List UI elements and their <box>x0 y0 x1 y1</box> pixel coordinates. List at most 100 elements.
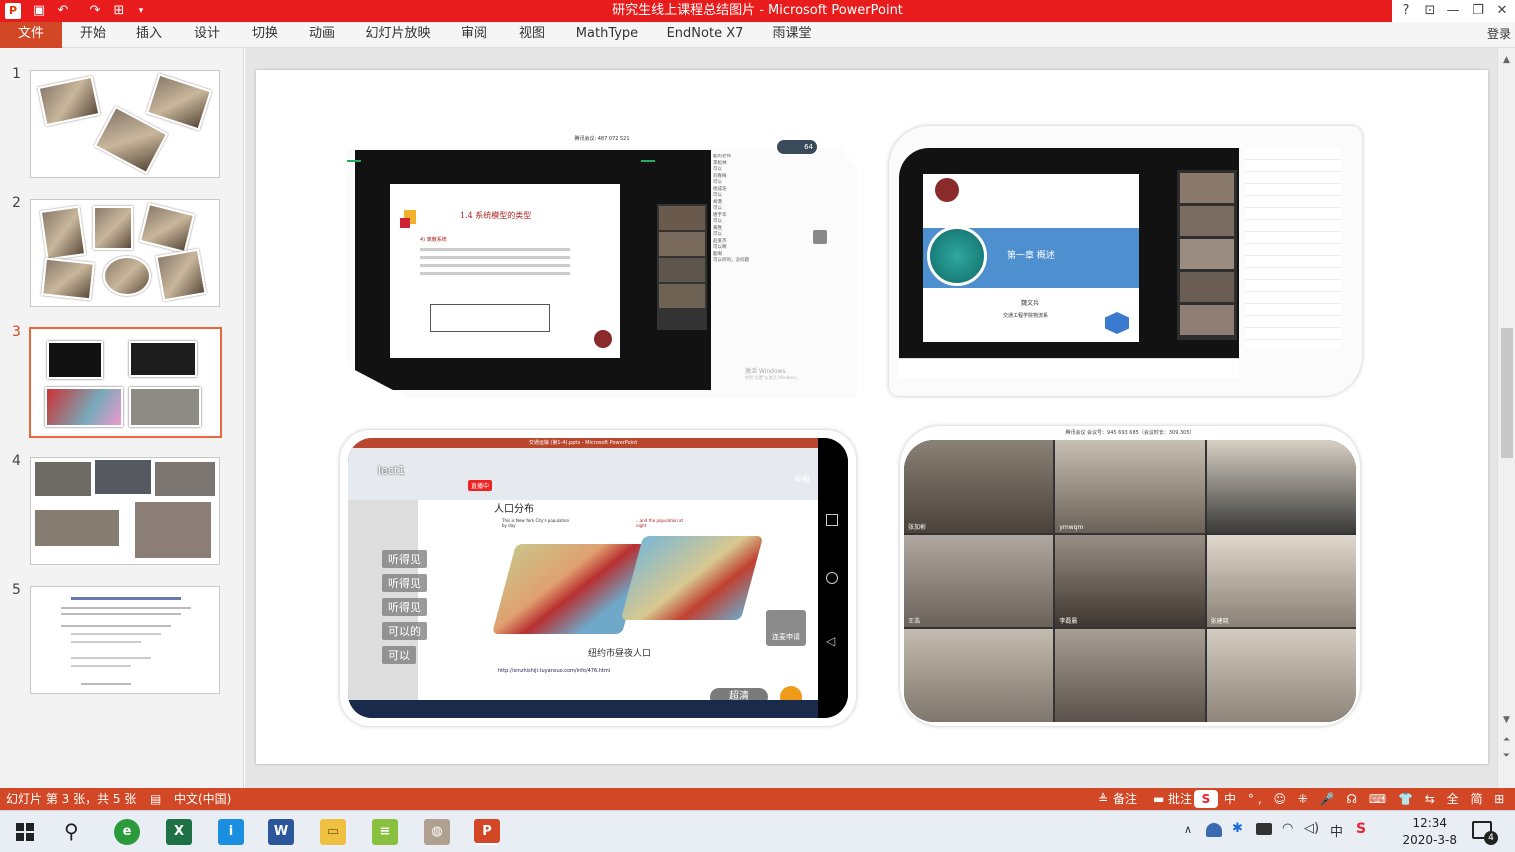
thumbnail-number: 3 <box>12 324 21 340</box>
recent-apps-icon[interactable] <box>826 514 838 526</box>
show-hidden-icons-icon[interactable]: ∧ <box>1184 823 1192 836</box>
scroll-down-icon[interactable]: ▼ <box>1498 712 1515 728</box>
document-line <box>81 683 131 685</box>
participant-video <box>1180 239 1234 269</box>
ribbon-display-button[interactable]: ⊡ <box>1418 0 1442 22</box>
tab-insert[interactable]: 插入 <box>128 22 170 48</box>
word-icon[interactable]: W <box>268 819 294 845</box>
thumbnail-number: 2 <box>12 195 21 211</box>
source-url: http://xinzhishiji.tuyansuo.com/info/476… <box>498 668 611 674</box>
chat-bubble: 听得见 <box>382 550 427 568</box>
windows-start-icon[interactable] <box>16 823 34 841</box>
comments-icon[interactable]: ▬ <box>1153 788 1164 810</box>
volume-icon[interactable]: ◁) <box>1304 821 1319 836</box>
powerpoint-taskbar-icon[interactable]: P <box>474 819 500 845</box>
comments-button[interactable]: 批注 <box>1168 788 1192 810</box>
chat-entry: 可以听的，没问题 <box>713 258 749 263</box>
notes-app-icon[interactable]: ≡ <box>372 819 398 845</box>
participant-video <box>1206 629 1356 722</box>
participant-video <box>659 232 705 256</box>
slide-thumbnail-4[interactable] <box>30 457 220 565</box>
tab-mathtype[interactable]: MathType <box>571 22 643 48</box>
tab-file[interactable]: 文件 <box>0 22 62 48</box>
participant-name: 张建晓 <box>1210 618 1229 626</box>
author-name: 魏文兵 <box>1021 300 1040 307</box>
slide-thumbnail-3[interactable] <box>29 327 222 438</box>
tab-view[interactable]: 视图 <box>511 22 553 48</box>
tab-transitions[interactable]: 切换 <box>244 22 286 48</box>
clock-date: 2020-3-8 <box>1402 833 1457 847</box>
slide-thumbnail-1[interactable] <box>30 70 220 178</box>
bluetooth-icon[interactable]: ✱ <box>1232 821 1243 836</box>
sogou-tray-icon[interactable]: S <box>1356 821 1376 841</box>
search-icon[interactable]: ⚲ <box>64 819 79 843</box>
ime-toolbar[interactable]: 中 °, ☺ ⁜ 🎤 ☊ ⌨ 👕 ⇆ 全 简 ⊞ <box>1224 788 1508 810</box>
photo-thumbnail <box>135 502 211 558</box>
ime-language-icon[interactable]: 中 <box>1330 821 1343 840</box>
tab-slideshow[interactable]: 幻灯片放映 <box>360 22 436 48</box>
spellcheck-icon[interactable]: ▤ <box>150 788 161 810</box>
tab-design[interactable]: 设计 <box>186 22 228 48</box>
photo-thumbnail <box>129 387 201 427</box>
cloud-icon[interactable] <box>1206 823 1222 837</box>
maximize-button[interactable]: ❐ <box>1466 0 1490 22</box>
notes-button[interactable]: 备注 <box>1113 788 1137 810</box>
slide-thumbnail-5[interactable] <box>30 586 220 694</box>
slide-decoration <box>400 218 410 228</box>
photo-thumbnail <box>93 206 133 250</box>
vertical-scrollbar[interactable]: ▲ ▼ ⏶ ⏷ <box>1497 48 1515 788</box>
home-icon[interactable] <box>826 572 838 584</box>
text-line <box>420 248 570 251</box>
participant-video: ymwqm <box>1055 440 1205 533</box>
next-slide-icon[interactable]: ⏷ <box>1498 748 1515 764</box>
slide-thumbnail-2[interactable] <box>30 199 220 307</box>
close-button[interactable]: ✕ <box>1490 0 1514 22</box>
app-i-icon[interactable]: i <box>218 819 244 845</box>
document-line <box>61 613 181 615</box>
system-clock[interactable]: 12:34 2020-3-8 <box>1403 815 1457 849</box>
chapter-slide: 第一章 概述 魏文兵 交通工程学院物流系 <box>923 174 1139 342</box>
text-line <box>420 272 570 275</box>
screenshot-video-gallery: 腾讯会议 会议号：945 693 685（会议时长：309,305） 张加彬 y… <box>900 426 1360 726</box>
slide-subheading: 4) 离散系统 <box>420 237 447 243</box>
back-icon[interactable]: ◁ <box>826 634 835 648</box>
file-explorer-icon[interactable]: ▭ <box>320 819 346 845</box>
battery-icon[interactable] <box>1256 823 1272 835</box>
minimize-button[interactable]: — <box>1441 0 1465 22</box>
wifi-icon[interactable]: ◠ <box>1282 821 1293 836</box>
apply-mic-button[interactable]: 连麦申请 <box>766 610 806 646</box>
login-link[interactable]: 登录 <box>1487 25 1511 42</box>
map-label-right: ...and the population at night <box>636 518 684 528</box>
photo-thumbnail <box>155 248 207 302</box>
tab-animations[interactable]: 动画 <box>301 22 343 48</box>
previous-slide-icon[interactable]: ⏶ <box>1498 732 1515 748</box>
sogou-ime-icon[interactable]: S <box>1194 790 1218 808</box>
app-icon[interactable]: ◍ <box>424 819 450 845</box>
tab-home[interactable]: 开始 <box>72 22 114 48</box>
ie-browser-icon[interactable]: e <box>114 819 140 845</box>
participant-video <box>904 629 1054 722</box>
text-line <box>420 264 570 267</box>
photo-thumbnail <box>35 462 91 496</box>
participant-video <box>659 206 705 230</box>
scroll-thumb[interactable] <box>1501 328 1513 458</box>
language-indicator[interactable]: 中文(中国) <box>174 788 231 810</box>
photo-thumbnail <box>47 341 103 379</box>
nyc-night-map <box>620 536 764 620</box>
map-caption: 纽约市昼夜人口 <box>588 649 652 659</box>
chat-bubble: 听得见 <box>382 598 427 616</box>
notes-icon[interactable]: ≜ <box>1098 788 1108 810</box>
excel-icon[interactable]: X <box>166 819 192 845</box>
help-button[interactable]: ? <box>1394 0 1418 22</box>
photo-thumbnail <box>35 510 119 546</box>
title-bar: P ▣ ↶ ↷ ⊞ ▾ 研究生线上课程总结图片 - Microsoft Powe… <box>0 0 1515 22</box>
thumbnail-number: 5 <box>12 582 21 598</box>
tab-rain-classroom[interactable]: 雨课堂 <box>766 22 818 48</box>
current-slide[interactable]: 腾讯会议: 487 072 521 1.4 系统模型的类型 4) 离散系统 能的… <box>256 70 1488 764</box>
ppt-slide-mini: 人口分布 This is New York City's population … <box>418 500 818 700</box>
tab-endnote[interactable]: EndNote X7 <box>664 22 746 48</box>
frame-corner <box>641 160 655 162</box>
thumbnail-number: 4 <box>12 453 21 469</box>
tab-review[interactable]: 审阅 <box>453 22 495 48</box>
scroll-up-icon[interactable]: ▲ <box>1498 52 1515 68</box>
